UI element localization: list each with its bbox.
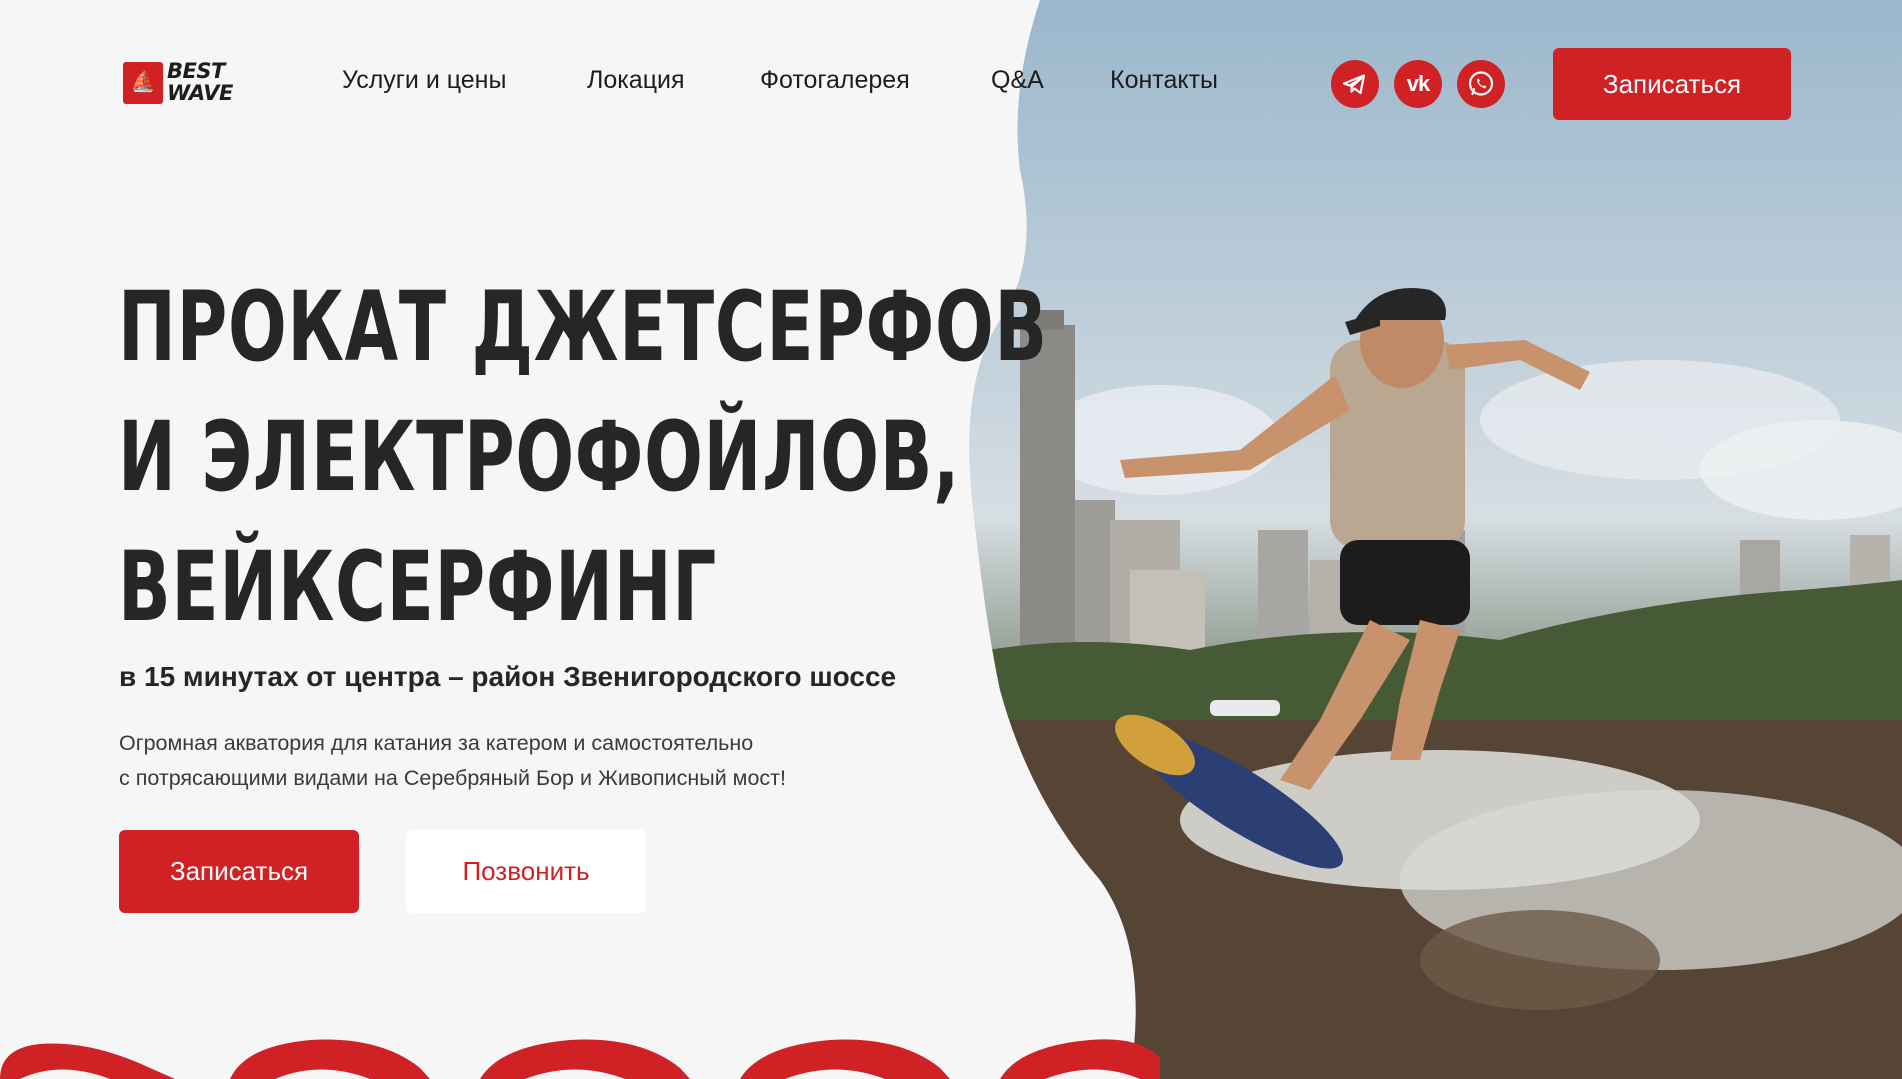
landing-page: ⛵ BEST WAVE Услуги и цены Локация Фотога… [0,0,1902,1079]
whatsapp-button[interactable] [1457,60,1505,108]
vk-icon: vk [1406,71,1431,96]
nav-link-services[interactable]: Услуги и цены [342,62,506,98]
whatsapp-icon [1468,71,1494,96]
header-signup-button[interactable]: Записаться [1553,48,1791,120]
nav-link-location[interactable]: Локация [587,62,685,98]
nav-link-gallery[interactable]: Фотогалерея [760,62,910,98]
headline-line-3: ВЕЙКСЕРФИНГ [118,531,718,643]
logo-line-best: BEST [167,59,225,83]
brand-logo[interactable]: ⛵ BEST WAVE [123,58,251,106]
hero-headline: ПРОКАТ ДЖЕТСЕРФОВ И ЭЛЕКТРОФОЙЛОВ, ВЕЙКС… [118,262,1048,652]
hero-signup-label: Записаться [169,856,309,886]
logo-line-wave: WAVE [167,81,233,105]
hero-signup-button[interactable]: Записаться [119,830,359,913]
hero-call-label: Позвонить [462,856,590,886]
description-line-1: Огромная акватория для катания за катеро… [119,731,754,755]
hero-call-button[interactable]: Позвонить [406,830,646,913]
hero-description: Огромная акватория для катания за катеро… [119,726,786,796]
telegram-icon [1342,74,1366,95]
headline-line-1: ПРОКАТ ДЖЕТСЕРФОВ [118,271,1048,383]
surfer-logo-icon: ⛵ [123,62,163,104]
telegram-button[interactable] [1331,60,1379,108]
hero-subtitle: в 15 минутах от центра – район Звенигоро… [119,661,897,692]
header-signup-label: Записаться [1602,69,1742,99]
nav-link-contacts[interactable]: Контакты [1110,62,1218,98]
vk-button[interactable]: vk [1394,60,1442,108]
logo-wordmark: BEST WAVE [167,60,251,104]
description-line-2: с потрясающими видами на Серебряный Бор … [119,766,786,790]
headline-line-2: И ЭЛЕКТРОФОЙЛОВ, [118,401,961,513]
bottom-wave-pattern [0,1039,1160,1079]
nav-link-faq[interactable]: Q&A [991,62,1044,98]
